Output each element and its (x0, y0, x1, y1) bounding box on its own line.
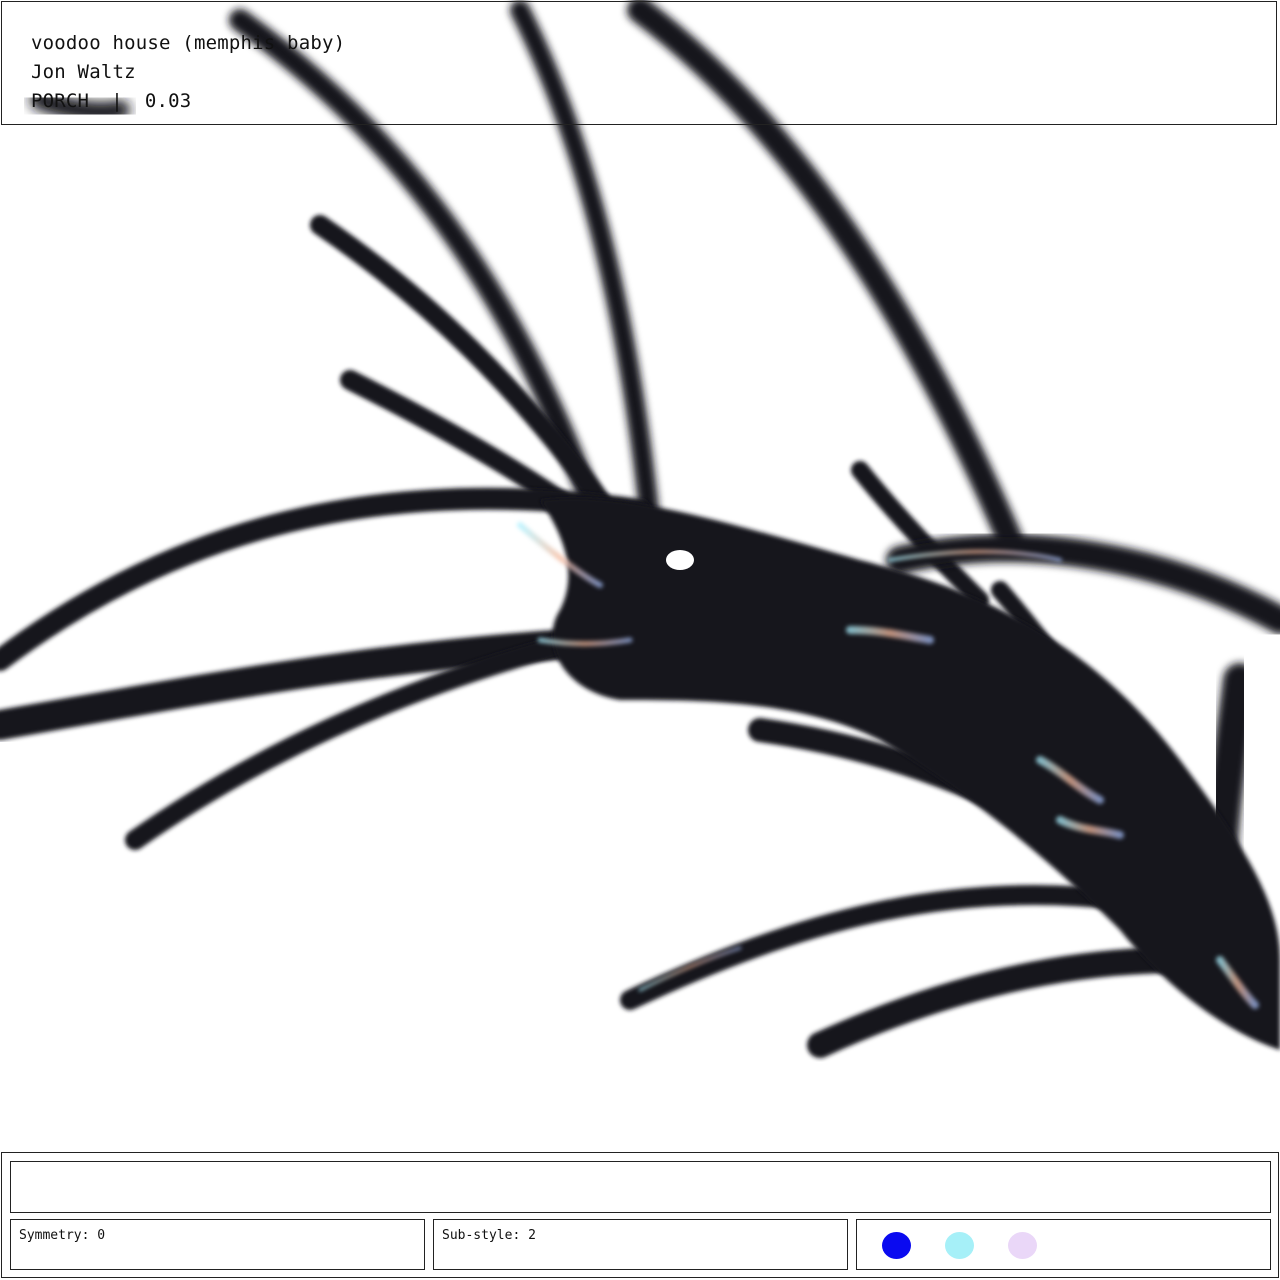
token-price-line: PORCH | 0.03 (31, 90, 191, 112)
artist-name: Jon Waltz (31, 61, 136, 83)
cyan-swatch (945, 1232, 974, 1259)
blue-swatch (882, 1232, 911, 1259)
controls-panel: Symmetry: 0 Sub-style: 2 (1, 1152, 1279, 1278)
token-name: PORCH (31, 90, 90, 112)
generative-artwork (0, 0, 1280, 1058)
symmetry-readout: Symmetry: 0 (10, 1219, 425, 1270)
seed-input-field[interactable] (10, 1161, 1271, 1213)
track-title: voodoo house (memphis baby) (31, 32, 346, 54)
price-value: 0.03 (144, 90, 192, 112)
lavender-swatch (1008, 1232, 1037, 1259)
substyle-readout: Sub-style: 2 (433, 1219, 848, 1270)
meta-separator: | (111, 90, 123, 112)
track-info-panel: voodoo house (memphis baby) Jon Waltz PO… (1, 1, 1277, 125)
palette-swatches (856, 1219, 1271, 1270)
artwork-viewer: voodoo house (memphis baby) Jon Waltz PO… (0, 0, 1280, 1280)
